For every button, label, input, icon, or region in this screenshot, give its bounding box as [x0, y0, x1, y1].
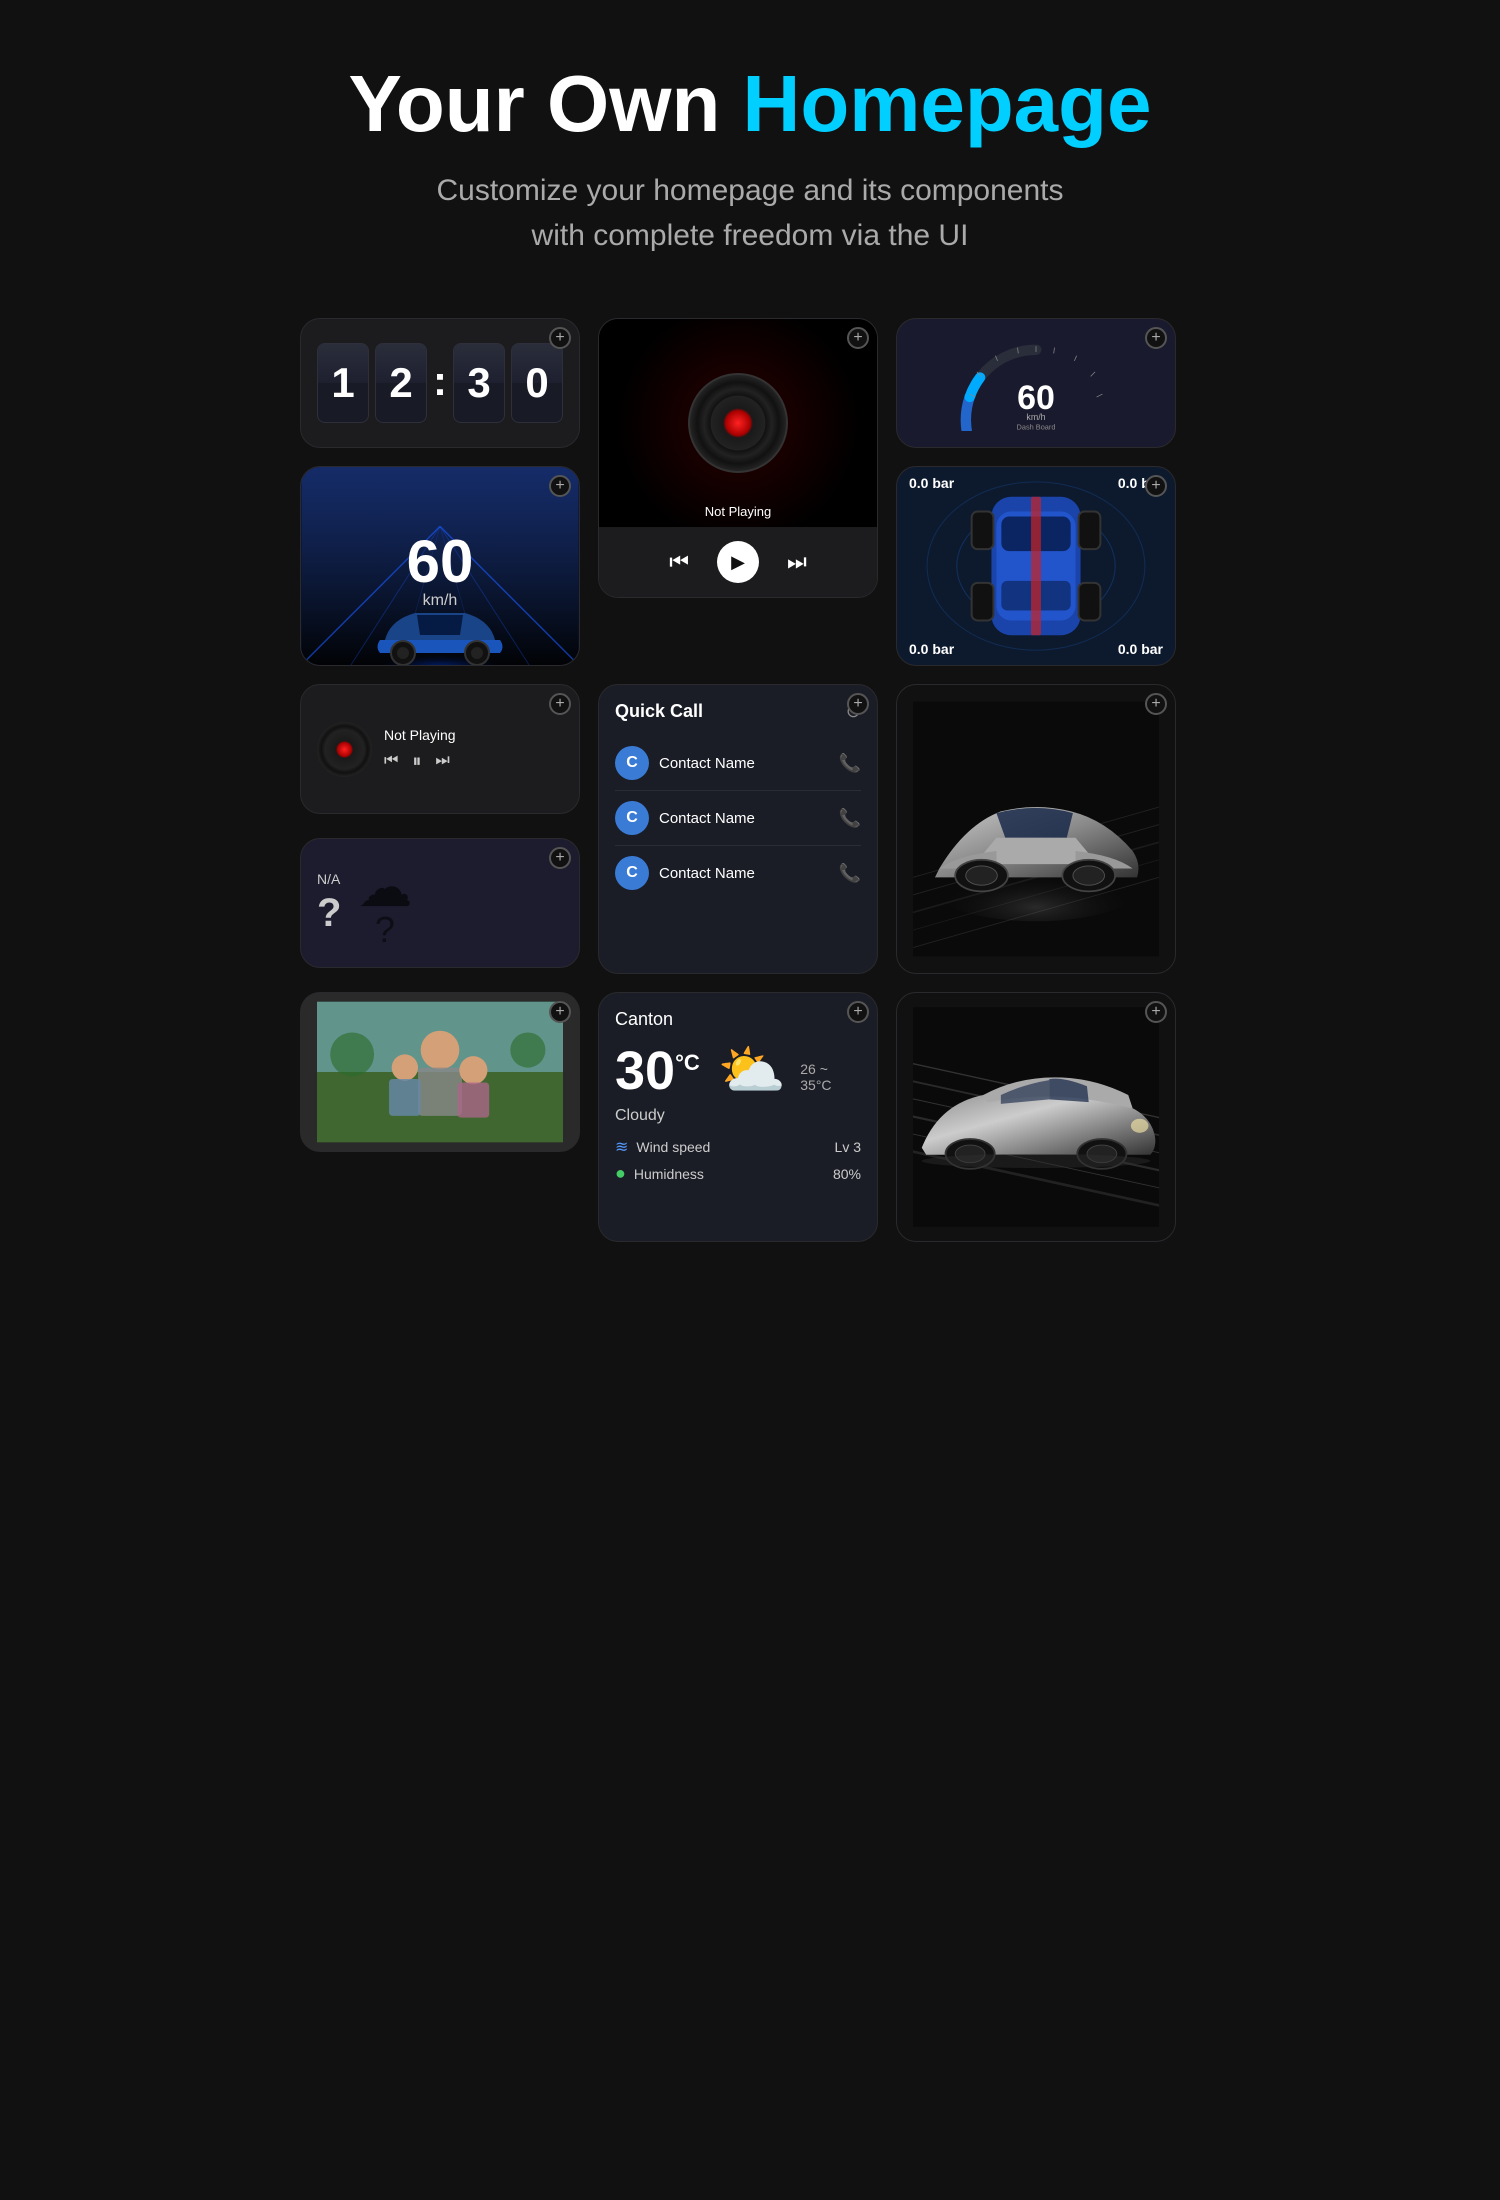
car-svg	[365, 585, 515, 665]
svg-text:60: 60	[1017, 379, 1055, 417]
speed-car-widget: + 60 km/h	[300, 466, 580, 666]
call-icon-3[interactable]: 📞	[839, 863, 861, 884]
contact-avatar-1: C	[615, 746, 649, 780]
luxury-car-svg	[913, 992, 1159, 1242]
weather-canton-widget: + Canton 30°C ⛅ 26 ~ 35°C Cloudy ≋ Wind …	[598, 992, 878, 1242]
music-controls: ⏮ ▶ ⏭	[599, 527, 877, 597]
prev-button[interactable]: ⏮	[669, 549, 689, 575]
small-prev-button[interactable]: ⏮	[384, 752, 398, 770]
call-icon-1[interactable]: 📞	[839, 753, 861, 774]
vinyl-small	[317, 722, 372, 777]
family-svg	[317, 992, 563, 1152]
music-top-widget: + Not Playing ⏮ ▶ ⏭	[598, 318, 878, 598]
contact-avatar-2: C	[615, 801, 649, 835]
gauge-add-button[interactable]: +	[1145, 327, 1167, 349]
qc-header: Quick Call ⊙	[615, 701, 861, 722]
contact-row-3: C Contact Name 📞	[615, 846, 861, 900]
music-small-add-button[interactable]: +	[549, 693, 571, 715]
wind-label: Wind speed	[636, 1139, 710, 1155]
sports-car-svg	[913, 684, 1159, 974]
weather-na-widget: + N/A ? ☁ ?	[300, 838, 580, 968]
contact-name-2: Contact Name	[659, 810, 755, 827]
family-photo-widget: +	[300, 992, 580, 1152]
humid-label: Humidness	[634, 1166, 704, 1182]
wind-value: Lv 3	[835, 1139, 861, 1155]
music-vinyl-area: Not Playing	[599, 319, 877, 527]
temp-range: 26 ~ 35°C	[800, 1061, 861, 1093]
call-icon-2[interactable]: 📞	[839, 808, 861, 829]
widget-grid: + 1 2 : 3 0 + Not Playing ⏮ ▶ ⏭ +	[300, 318, 1200, 1242]
vinyl-record	[688, 373, 788, 473]
clock-colon: :	[433, 357, 447, 405]
clock-digit-2: 2	[375, 343, 427, 423]
play-button[interactable]: ▶	[717, 541, 759, 583]
weather-na-add-button[interactable]: +	[549, 847, 571, 869]
small-next-button[interactable]: ⏭	[435, 752, 449, 770]
contact-name-1: Contact Name	[659, 755, 755, 772]
music-small-controls: ⏮ ⏸ ⏭	[384, 751, 563, 772]
luxury-add-button[interactable]: +	[1145, 1001, 1167, 1023]
clock-widget: + 1 2 : 3 0	[300, 318, 580, 448]
music-top-add-button[interactable]: +	[847, 327, 869, 349]
tire-pressure-widget: + 0.0 bar 0.0 bar	[896, 466, 1176, 666]
music-small-widget: + Not Playing ⏮ ⏸ ⏭	[300, 684, 580, 814]
page-subtitle: Customize your homepage and its componen…	[436, 168, 1063, 258]
car-speed-number: 60	[407, 532, 474, 592]
clock-digit-1: 1	[317, 343, 369, 423]
cloud-icon-small: ?	[375, 909, 395, 951]
page-title: Your Own Homepage	[348, 60, 1151, 148]
humid-icon: ●	[615, 1163, 626, 1184]
tire-grid: 0.0 bar 0.0 bar	[897, 467, 1175, 665]
wind-row: ≋ Wind speed Lv 3	[615, 1137, 861, 1157]
contact-name-3: Contact Name	[659, 865, 755, 882]
tire-add-button[interactable]: +	[1145, 475, 1167, 497]
canton-add-button[interactable]: +	[847, 1001, 869, 1023]
qc-title: Quick Call	[615, 701, 703, 722]
canton-city: Canton	[615, 1009, 861, 1030]
small-pause-button[interactable]: ⏸	[412, 751, 421, 772]
na-question: ?	[317, 891, 341, 936]
clock-digit-4: 0	[511, 343, 563, 423]
music-small-info: Not Playing ⏮ ⏸ ⏭	[384, 727, 563, 772]
clock-add-button[interactable]: +	[549, 327, 571, 349]
car-sports-widget: +	[896, 684, 1176, 974]
car-sports-add-button[interactable]: +	[1145, 693, 1167, 715]
contact-avatar-3: C	[615, 856, 649, 890]
na-text-area: N/A ?	[317, 871, 341, 936]
family-add-button[interactable]: +	[549, 1001, 571, 1023]
weather-details: ≋ Wind speed Lv 3 ● Humidness 80%	[615, 1137, 861, 1184]
clock-digit-3: 3	[453, 343, 505, 423]
title-part1: Your Own	[348, 59, 720, 148]
contact-row-1: C Contact Name 📞	[615, 736, 861, 791]
tire-bot-right: 0.0 bar	[1036, 566, 1175, 665]
cloudy-label: Cloudy	[615, 1107, 861, 1125]
tire-bot-left: 0.0 bar	[897, 566, 1036, 665]
quick-call-widget: + Quick Call ⊙ C Contact Name 📞 C Contac…	[598, 684, 878, 974]
speed-car-add-button[interactable]: +	[549, 475, 571, 497]
humid-row: ● Humidness 80%	[615, 1163, 861, 1184]
music-small-title: Not Playing	[384, 727, 563, 743]
gauge-widget: + 60 km/h Dash Board	[896, 318, 1176, 448]
temperature: 30°C	[615, 1040, 700, 1102]
humid-value: 80%	[833, 1166, 861, 1182]
car-luxury-widget: +	[896, 992, 1176, 1242]
music-status: Not Playing	[705, 504, 771, 519]
gauge-svg: 60 km/h Dash Board	[913, 335, 1159, 431]
next-button[interactable]: ⏭	[787, 549, 807, 575]
svg-text:km/h: km/h	[1026, 412, 1045, 422]
title-part2: Homepage	[743, 59, 1152, 148]
wind-icon: ≋	[615, 1137, 628, 1157]
na-clouds: ☁ ?	[357, 855, 412, 951]
na-label: N/A	[317, 871, 341, 887]
contact-row-2: C Contact Name 📞	[615, 791, 861, 846]
quick-call-add-button[interactable]: +	[847, 693, 869, 715]
sun-cloud-icon: ⛅	[718, 1038, 786, 1103]
weather-main-row: 30°C ⛅ 26 ~ 35°C	[615, 1038, 861, 1103]
svg-text:Dash Board: Dash Board	[1017, 423, 1056, 431]
